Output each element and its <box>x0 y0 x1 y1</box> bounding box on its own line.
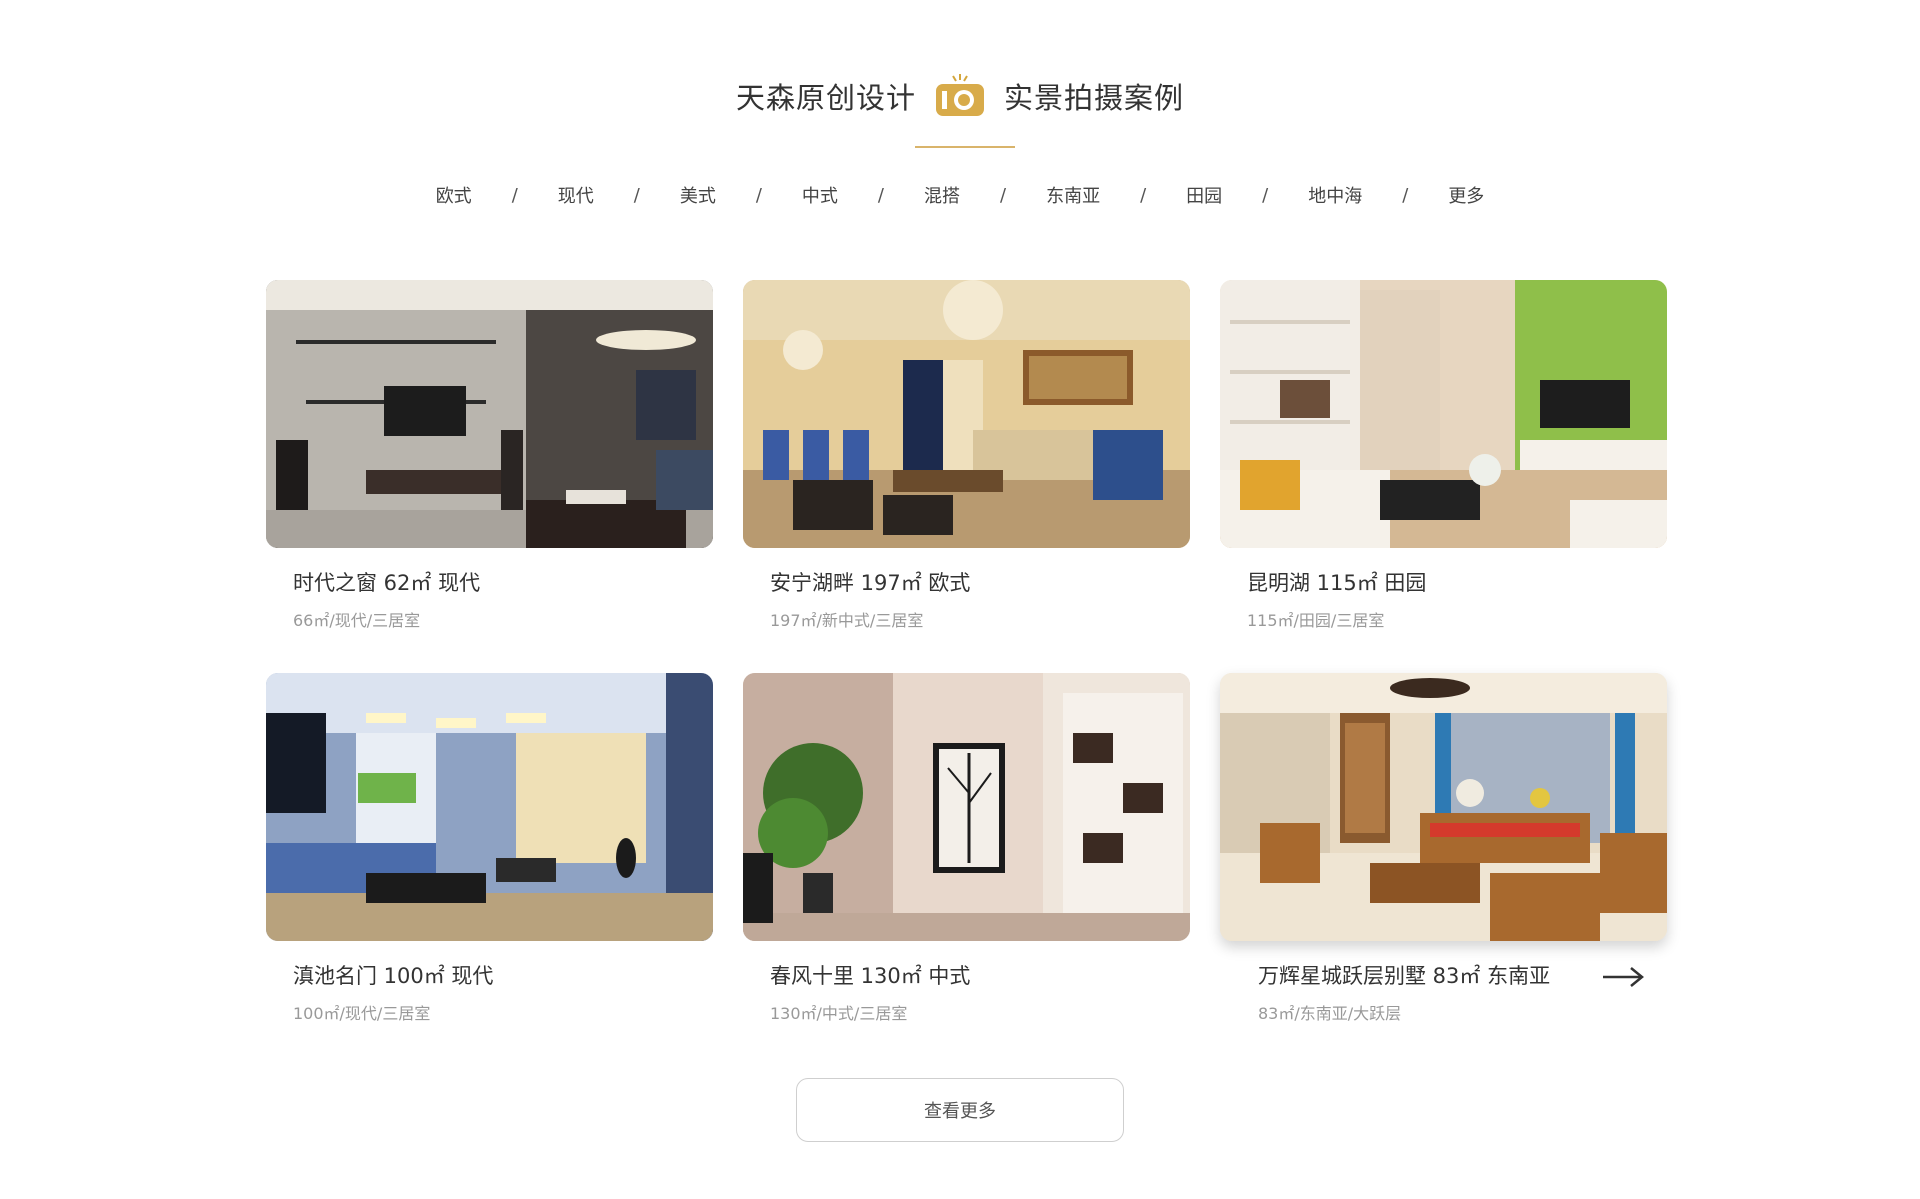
case-photo[interactable] <box>266 280 713 548</box>
title-left: 天森原创设计 <box>735 81 916 115</box>
case-card[interactable]: 昆明湖 115㎡ 田园 115㎡/田园/三居室 <box>1220 280 1667 673</box>
case-spec: 197㎡/新中式/三居室 <box>770 611 924 630</box>
camera-icon <box>934 72 986 120</box>
category-tab-chinese[interactable]: 中式 <box>802 182 838 208</box>
case-photo[interactable] <box>743 673 1190 941</box>
category-tab-mixed[interactable]: 混搭 <box>924 182 960 208</box>
separator: / <box>877 184 884 206</box>
separator: / <box>755 184 762 206</box>
case-spec: 66㎡/现代/三居室 <box>293 611 421 630</box>
case-grid: 时代之窗 62㎡ 现代 66㎡/现代/三居室 安宁湖畔 197㎡ 欧式 197㎡… <box>266 280 1668 1066</box>
case-card[interactable]: 安宁湖畔 197㎡ 欧式 197㎡/新中式/三居室 <box>743 280 1190 673</box>
case-spec: 130㎡/中式/三居室 <box>770 1004 908 1023</box>
case-title: 万辉星城跃层别墅 83㎡ 东南亚 <box>1258 964 1551 988</box>
separator: / <box>1000 184 1007 206</box>
separator: / <box>1140 184 1147 206</box>
case-card[interactable]: 万辉星城跃层别墅 83㎡ 东南亚 83㎡/东南亚/大跃层 <box>1220 673 1667 1066</box>
separator: / <box>633 184 640 206</box>
case-photo[interactable] <box>266 673 713 941</box>
category-tab-pastoral[interactable]: 田园 <box>1186 182 1222 208</box>
case-title: 春风十里 130㎡ 中式 <box>770 964 971 988</box>
separator: / <box>1402 184 1409 206</box>
case-spec: 115㎡/田园/三居室 <box>1247 611 1385 630</box>
section-title: 天森原创设计 实景拍摄案例 <box>0 66 1920 126</box>
case-card[interactable]: 滇池名门 100㎡ 现代 100㎡/现代/三居室 <box>266 673 713 1066</box>
category-tab-american[interactable]: 美式 <box>680 182 716 208</box>
arrow-right-icon[interactable] <box>1601 965 1645 989</box>
separator: / <box>511 184 518 206</box>
title-divider <box>915 146 1015 148</box>
case-photo[interactable] <box>1220 673 1667 941</box>
category-tab-southeast-asian[interactable]: 东南亚 <box>1046 182 1100 208</box>
case-title: 安宁湖畔 197㎡ 欧式 <box>770 571 971 595</box>
separator: / <box>1262 184 1269 206</box>
category-tab-european[interactable]: 欧式 <box>436 182 472 208</box>
case-photo[interactable] <box>743 280 1190 548</box>
category-tab-more[interactable]: 更多 <box>1448 182 1484 208</box>
category-tab-modern[interactable]: 现代 <box>558 182 594 208</box>
case-card[interactable]: 春风十里 130㎡ 中式 130㎡/中式/三居室 <box>743 673 1190 1066</box>
title-right: 实景拍摄案例 <box>1004 81 1185 115</box>
case-spec: 100㎡/现代/三居室 <box>293 1004 431 1023</box>
case-spec: 83㎡/东南亚/大跃层 <box>1258 1004 1402 1023</box>
category-tab-mediterranean[interactable]: 地中海 <box>1308 182 1362 208</box>
case-photo[interactable] <box>1220 280 1667 548</box>
case-title: 时代之窗 62㎡ 现代 <box>293 571 481 595</box>
category-nav: 欧式 / 现代 / 美式 / 中式 / 混搭 / 东南亚 / 田园 / 地中海 … <box>0 182 1920 208</box>
case-title: 滇池名门 100㎡ 现代 <box>293 964 494 988</box>
view-more-button[interactable]: 查看更多 <box>796 1078 1124 1142</box>
case-card[interactable]: 时代之窗 62㎡ 现代 66㎡/现代/三居室 <box>266 280 713 673</box>
case-title: 昆明湖 115㎡ 田园 <box>1247 571 1427 595</box>
